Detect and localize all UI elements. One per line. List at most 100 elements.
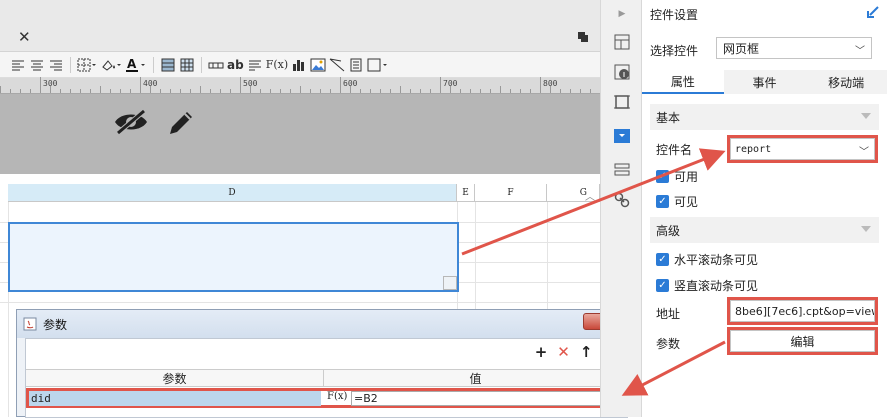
delete-param-icon[interactable]: ✕ (557, 343, 570, 361)
formula-icon[interactable]: F(x) (327, 391, 347, 402)
column-header-param: 参数 (26, 369, 324, 387)
widget-type-value: 网页框 (723, 41, 760, 56)
chevron-down-icon: ﹀ (855, 46, 865, 57)
ruler-tick (470, 89, 471, 93)
visible-label: 可见 (674, 195, 699, 209)
ruler-tick (590, 89, 591, 93)
column-header-e[interactable]: E (457, 184, 475, 202)
vscroll-label: 竖直滚动条可见 (674, 279, 759, 293)
ruler-tick (220, 89, 221, 93)
section-advanced[interactable]: 高级 (650, 217, 879, 243)
horizontal-ruler: 300 400 500 600 700 800 (0, 77, 600, 94)
ruler-tick (110, 89, 111, 93)
merge-cells-icon[interactable] (160, 56, 176, 74)
pin-icon[interactable] (577, 31, 589, 43)
collapse-chevron-icon (861, 226, 871, 232)
toolbar-divider (201, 56, 202, 73)
java-icon (23, 317, 37, 331)
align-center-icon[interactable] (29, 56, 45, 74)
ruler-tick (20, 89, 21, 93)
widget-icon[interactable] (367, 56, 389, 74)
ruler-tick (270, 89, 271, 93)
ruler-tick (40, 77, 41, 93)
vscroll-checkbox[interactable]: ✓ 竖直滚动条可见 (656, 277, 758, 294)
tab-mobile[interactable]: 移动端 (805, 70, 887, 94)
enabled-checkbox[interactable]: ✓ 可用 (656, 168, 698, 185)
section-advanced-label: 高级 (656, 223, 681, 238)
link-icon[interactable] (612, 190, 632, 210)
ruler-tick (430, 89, 431, 93)
tab-bar: ✕ (0, 0, 600, 52)
ruler-tick (410, 89, 411, 93)
grid-line (0, 302, 600, 303)
ruler-tick (390, 89, 391, 93)
param-name-cell[interactable]: did (29, 391, 321, 406)
paragraph-icon[interactable] (247, 56, 263, 74)
add-param-icon[interactable]: + (535, 343, 548, 361)
chevron-down-icon: ﹀ (859, 147, 869, 158)
ruler-tick (100, 86, 101, 93)
enabled-label: 可用 (674, 170, 699, 184)
slash-icon[interactable] (329, 56, 345, 74)
hide-icon[interactable] (113, 108, 149, 136)
ruler-tick (460, 89, 461, 93)
sub-report-icon[interactable] (348, 56, 364, 74)
border-icon[interactable] (77, 56, 97, 74)
toolbar-divider (153, 56, 154, 73)
widget-name-input[interactable]: report ﹀ (730, 138, 875, 160)
address-input[interactable]: 8be6][7ec6].cpt&op=view (730, 300, 875, 322)
font-color-icon[interactable]: A (125, 56, 147, 74)
insert-row-icon[interactable] (208, 56, 224, 74)
section-basic[interactable]: 基本 (650, 104, 879, 130)
align-right-icon[interactable] (48, 56, 64, 74)
ruler-tick (200, 86, 201, 93)
move-up-icon[interactable]: ↑ (580, 343, 593, 361)
align-left-icon[interactable] (10, 56, 26, 74)
side-icon-bar: ▶ (600, 0, 642, 417)
widget-settings-icon[interactable] (612, 126, 632, 146)
column-header-value: 值 (324, 369, 627, 387)
formula-icon[interactable]: F(x) (266, 56, 288, 74)
selected-cell-d[interactable] (8, 222, 459, 292)
ruler-tick (250, 86, 251, 93)
ruler-tick (570, 89, 571, 93)
cell-widget-handle[interactable] (443, 276, 457, 290)
frame-icon[interactable] (612, 92, 632, 112)
text-abc-icon[interactable]: ab (227, 56, 244, 74)
ruler-tick (580, 89, 581, 93)
hscroll-label: 水平滚动条可见 (674, 253, 759, 267)
column-header-d[interactable]: D (8, 184, 457, 202)
ruler-tick (510, 89, 511, 93)
edit-params-button[interactable]: 编辑 (730, 330, 875, 352)
ruler-tick (480, 89, 481, 93)
list-icon[interactable] (612, 160, 632, 180)
expand-icon[interactable] (867, 6, 879, 18)
ruler-tick (190, 89, 191, 93)
hscroll-checkbox[interactable]: ✓ 水平滚动条可见 (656, 251, 758, 268)
ruler-tick (260, 89, 261, 93)
dialog-titlebar[interactable]: 参数 (17, 310, 634, 338)
address-label: 地址 (656, 307, 681, 321)
ruler-tick (560, 89, 561, 93)
widget-toolbar-band (0, 94, 600, 174)
split-cells-icon[interactable] (179, 56, 195, 74)
column-header-f[interactable]: F (475, 184, 547, 202)
param-value-input[interactable]: =B2 (351, 391, 621, 406)
image-icon[interactable] (310, 56, 326, 74)
collapse-arrow-icon[interactable]: ▶ (612, 4, 632, 24)
widget-name-label: 控件名 (656, 143, 693, 157)
tab-properties[interactable]: 属性 (642, 70, 724, 94)
scroll-up-icon[interactable]: ︿ (585, 188, 595, 203)
pencil-icon[interactable] (166, 108, 196, 138)
bar-chart-icon[interactable] (291, 56, 307, 74)
fill-color-icon[interactable] (100, 56, 122, 74)
visible-checkbox[interactable]: ✓ 可见 (656, 193, 698, 210)
cell-attr-icon[interactable] (612, 32, 632, 52)
ruler-tick (280, 89, 281, 93)
widget-type-select[interactable]: 网页框 ﹀ (716, 37, 872, 59)
tab-events[interactable]: 事件 (723, 70, 806, 94)
cell-info-icon[interactable] (612, 62, 632, 82)
close-tab-icon[interactable]: ✕ (18, 28, 31, 46)
check-icon: ✓ (656, 279, 669, 292)
svg-text:A: A (127, 57, 137, 71)
